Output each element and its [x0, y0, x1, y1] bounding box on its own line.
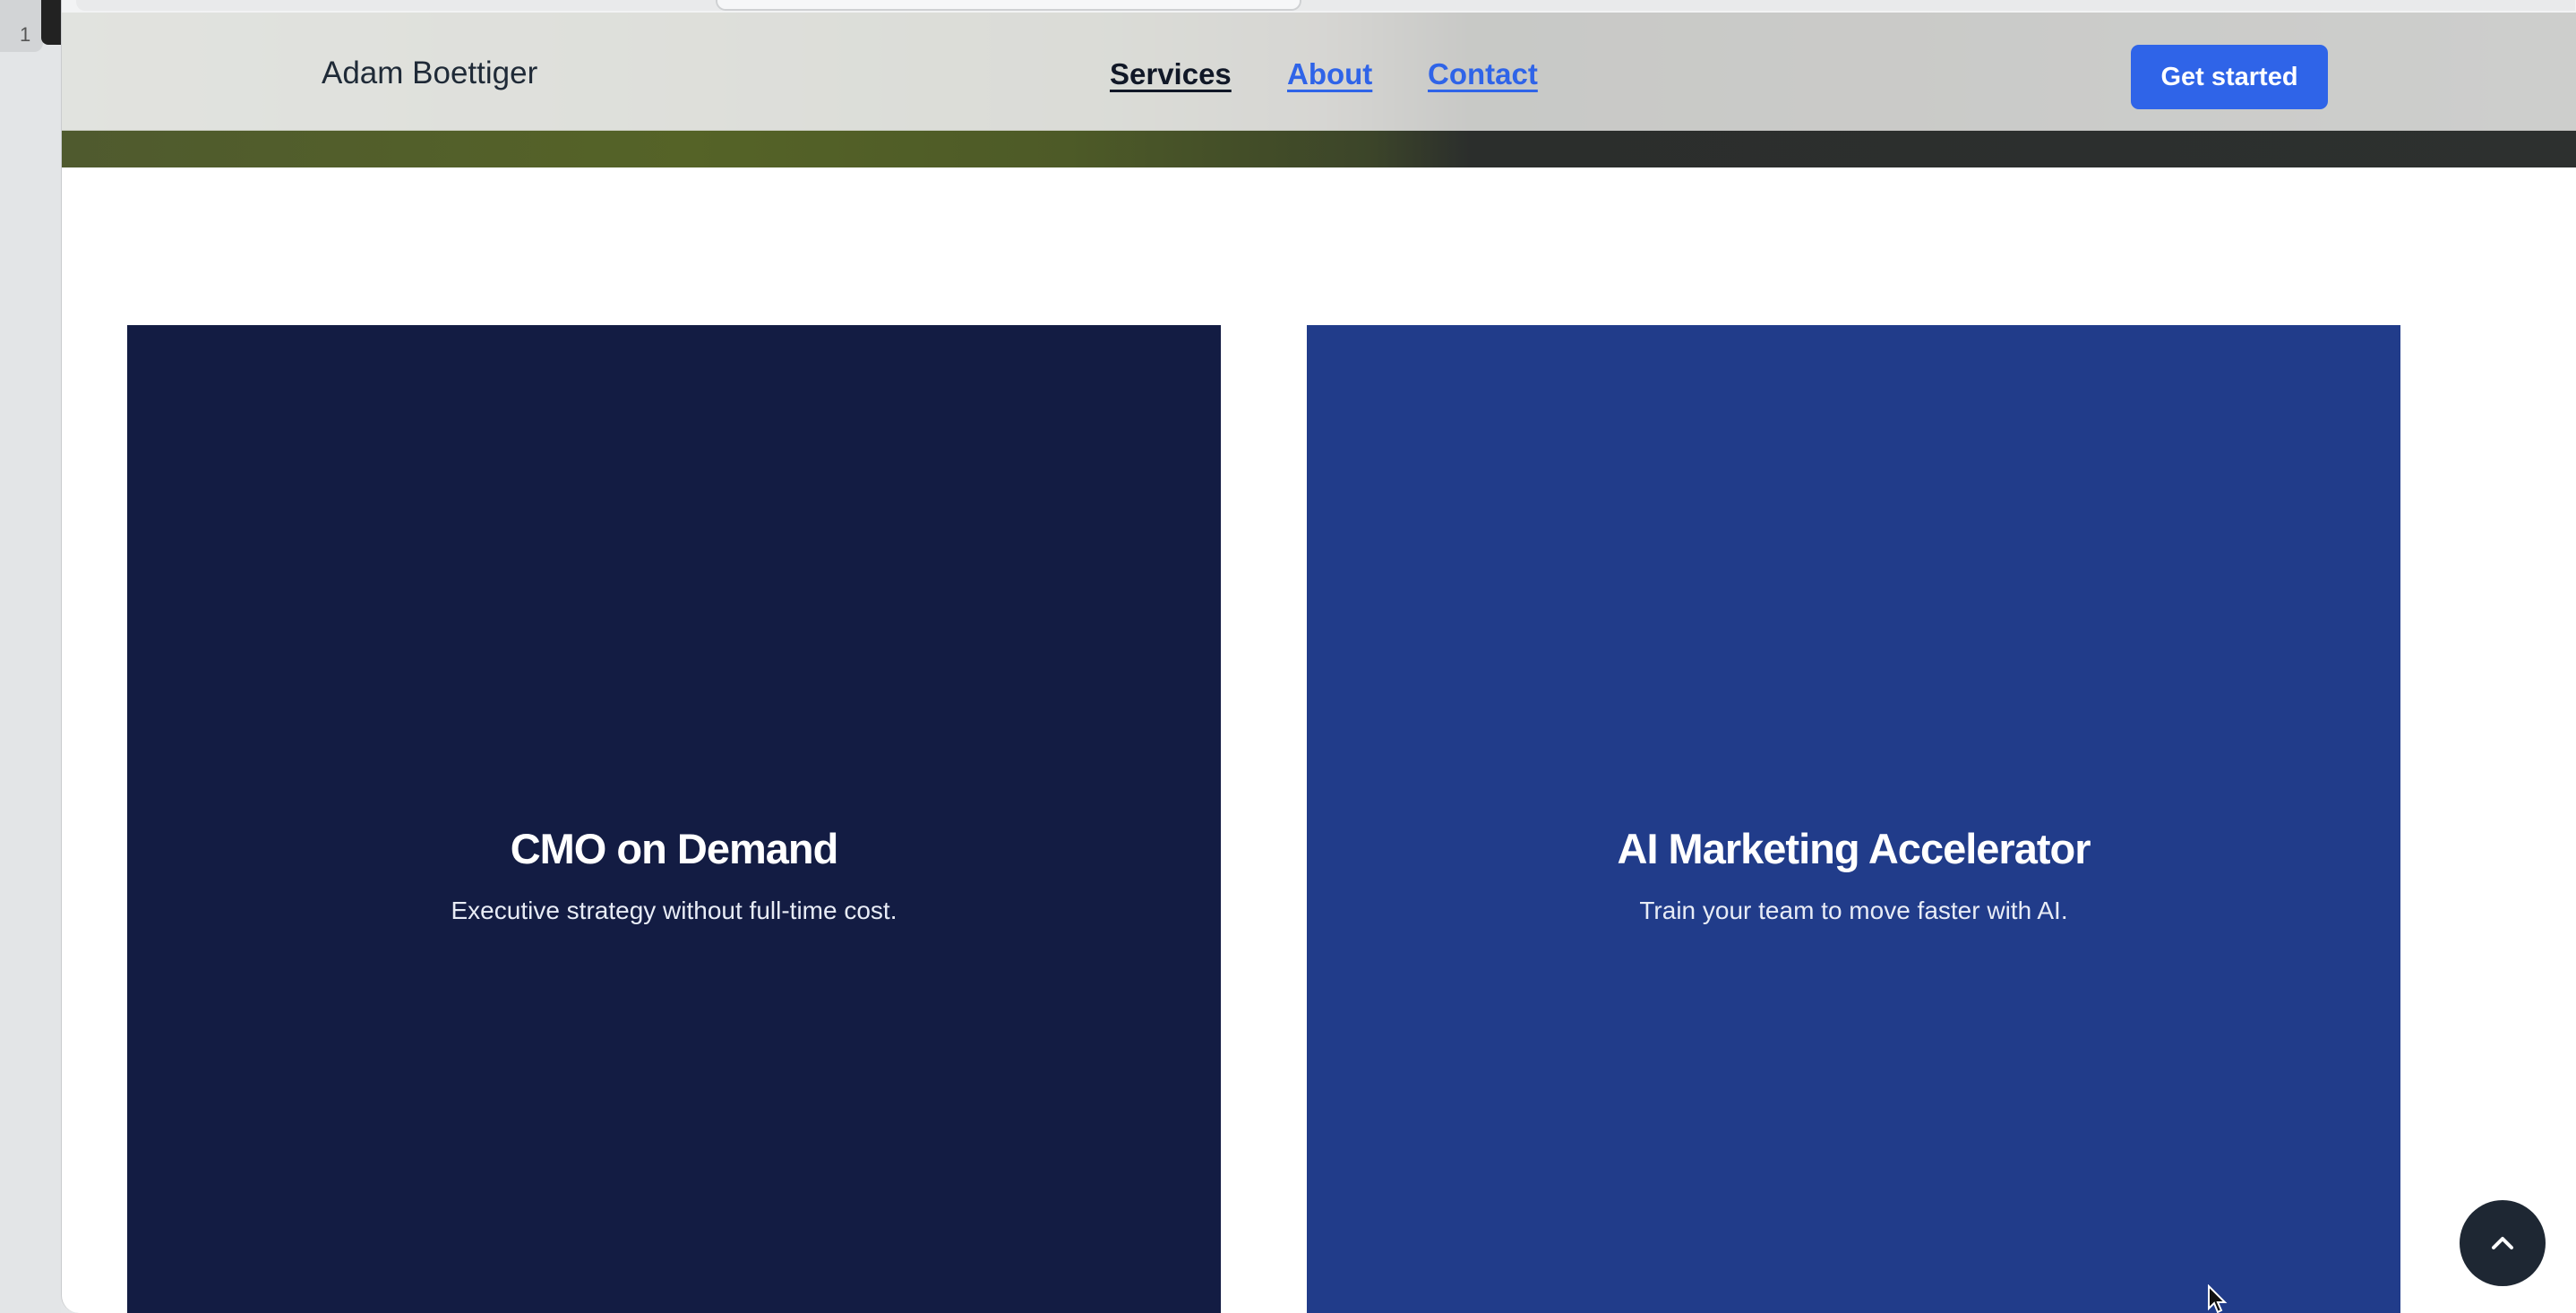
nav-link-about[interactable]: About [1287, 57, 1372, 91]
chevron-up-icon [2492, 1237, 2513, 1249]
card-title: CMO on Demand [510, 825, 839, 872]
scroll-to-top-button[interactable] [2460, 1200, 2546, 1286]
gutter-edge [41, 0, 61, 45]
card-description: Executive strategy without full-time cos… [451, 897, 897, 924]
nav-link-contact[interactable]: Contact [1428, 57, 1538, 91]
site-logo[interactable]: Adam Boettiger [322, 56, 537, 91]
service-card-cmo[interactable]: CMO on Demand Executive strategy without… [127, 325, 1221, 1313]
address-bar[interactable] [716, 0, 1301, 11]
browser-top-strip [62, 0, 2576, 13]
editor-gutter: 1 [0, 0, 61, 1313]
get-started-button[interactable]: Get started [2131, 45, 2328, 109]
mouse-cursor-icon [2208, 1284, 2228, 1313]
nav-link-services[interactable]: Services [1110, 57, 1232, 91]
card-title: AI Marketing Accelerator [1617, 825, 2091, 872]
toolbar-edge [76, 0, 2575, 11]
line-number: 1 [20, 23, 31, 46]
browser-window: Adam Boettiger Services About Contact Ge… [61, 0, 2576, 1313]
service-card-ai-accelerator[interactable]: AI Marketing Accelerator Train your team… [1307, 325, 2400, 1313]
card-description: Train your team to move faster with AI. [1639, 897, 2068, 924]
site-header: Adam Boettiger Services About Contact Ge… [62, 13, 2576, 131]
